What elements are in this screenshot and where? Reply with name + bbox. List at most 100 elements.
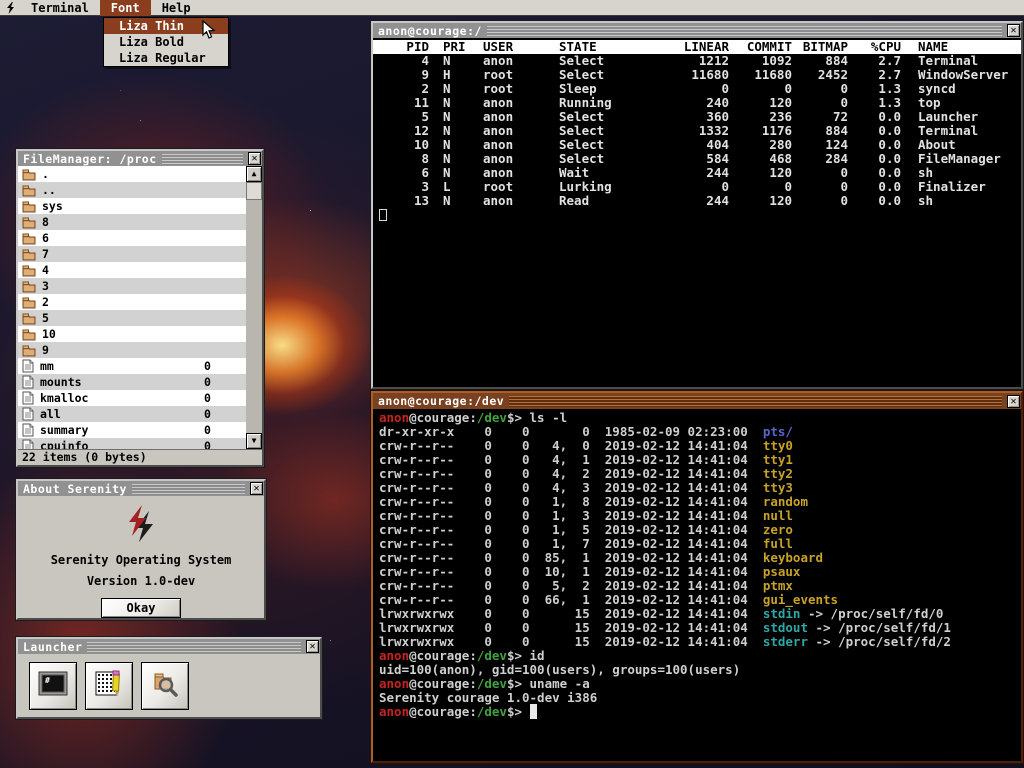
file-name: .. (42, 183, 56, 197)
table-row: 12NanonSelect133211768840.0Terminal (373, 124, 1021, 138)
column-header: STATE (559, 40, 659, 54)
terminal-line: anon@courage:/dev$> (379, 705, 1021, 719)
titlebar-stripes (87, 642, 301, 653)
folder-icon (22, 264, 36, 277)
list-item[interactable]: sys (18, 198, 246, 214)
terminal-line: crw-r--r-- 0 0 4, 0 2019-02-12 14:41:04 … (379, 439, 1021, 453)
file-name: 10 (42, 327, 56, 341)
menu-item-terminal[interactable]: Terminal (20, 0, 100, 16)
terminal-line: crw-r--r-- 0 0 1, 7 2019-02-12 14:41:04 … (379, 537, 1021, 551)
okay-button[interactable]: Okay (101, 598, 181, 618)
table-row: 11NanonRunning24012001.3top (373, 96, 1021, 110)
menu-item-help[interactable]: Help (151, 0, 202, 16)
launcher-titlebar[interactable]: Launcher ✕ (18, 639, 320, 654)
file-name: mounts (40, 375, 82, 389)
list-item[interactable]: 3 (18, 278, 246, 294)
close-icon[interactable]: ✕ (250, 482, 263, 495)
about-window: About Serenity ✕ Serenity Operating Syst… (16, 479, 266, 620)
column-header: PID (379, 40, 429, 54)
folder-icon (22, 280, 36, 293)
terminal-title: anon@courage:/dev (378, 394, 504, 408)
process-terminal-content: PIDPRIUSERSTATELINEARCOMMITBITMAP%CPUNAM… (373, 38, 1021, 387)
list-item[interactable]: mounts 0 (18, 374, 246, 390)
list-item[interactable]: 4 (18, 262, 246, 278)
folder-icon (22, 312, 36, 325)
scrollbar-thumb[interactable] (246, 182, 262, 200)
list-item[interactable]: 6 (18, 230, 246, 246)
terminal-titlebar[interactable]: anon@courage:/dev ✕ (373, 393, 1021, 409)
terminal-line: Serenity courage 1.0-dev i386 (379, 691, 1021, 705)
file-name: 5 (42, 311, 49, 325)
table-row: 9HrootSelect116801168024522.7WindowServe… (373, 68, 1021, 82)
list-item[interactable]: cpuinfo0 (18, 438, 246, 449)
terminal-app-icon: # (37, 669, 69, 703)
close-icon[interactable]: ✕ (306, 640, 319, 653)
font-menu-item-liza-regular[interactable]: Liza Regular (104, 50, 228, 66)
scroll-down-icon[interactable]: ▼ (246, 433, 262, 449)
about-titlebar[interactable]: About Serenity ✕ (18, 481, 264, 496)
table-row: 6NanonWait24412000.0sh (373, 166, 1021, 180)
process-window-titlebar[interactable]: anon@courage:/ ✕ (373, 23, 1021, 38)
file-icon (22, 439, 34, 449)
close-icon[interactable]: ✕ (1007, 395, 1020, 408)
terminal-line: crw-r--r-- 0 0 10, 1 2019-02-12 14:41:04… (379, 565, 1021, 579)
terminal-line: crw-r--r-- 0 0 85, 1 2019-02-12 14:41:04… (379, 551, 1021, 565)
file-size: 0 (204, 375, 211, 389)
folder-icon (22, 168, 36, 181)
status-bar: 22 items (0 bytes) (18, 449, 262, 465)
terminal-line: crw-r--r-- 0 0 1, 5 2019-02-12 14:41:04 … (379, 523, 1021, 537)
column-header: %CPU (848, 40, 901, 54)
file-name: 8 (42, 215, 49, 229)
process-table-header: PIDPRIUSERSTATELINEARCOMMITBITMAP%CPUNAM… (373, 40, 1021, 54)
menu-item-font[interactable]: Font (100, 0, 151, 16)
menu-bar: TerminalFontHelp (0, 0, 1024, 16)
file-size: 0 (204, 359, 211, 373)
launch-terminal-button[interactable]: # (29, 662, 77, 710)
list-item[interactable]: 8 (18, 214, 246, 230)
list-item[interactable]: kmalloc0 (18, 390, 246, 406)
launch-file-manager-button[interactable] (141, 662, 189, 710)
terminal-line: crw-r--r-- 0 0 5, 2 2019-02-12 14:41:04 … (379, 579, 1021, 593)
list-item[interactable]: 9 (18, 342, 246, 358)
launcher-body: # (18, 654, 320, 710)
close-icon[interactable]: ✕ (1007, 24, 1020, 37)
list-item[interactable]: mm 0 (18, 358, 246, 374)
list-item[interactable]: summary0 (18, 422, 246, 438)
launcher-window: Launcher ✕ # (16, 637, 322, 719)
terminal-line: crw-r--r-- 0 0 1, 3 2019-02-12 14:41:04 … (379, 509, 1021, 523)
list-item[interactable]: 5 (18, 310, 246, 326)
table-row: 3LrootLurking0000.0Finalizer (373, 180, 1021, 194)
list-item[interactable]: 10 (18, 326, 246, 342)
svg-text:#: # (45, 676, 50, 685)
scroll-up-icon[interactable]: ▲ (246, 166, 262, 182)
terminal-line: anon@courage:/dev$> id (379, 649, 1021, 663)
close-icon[interactable]: ✕ (248, 152, 261, 165)
file-manager-window: FileManager: /proc ✕ ... sys 8 674325 109mm 0… (16, 149, 264, 467)
list-item[interactable]: 7 (18, 246, 246, 262)
file-name: 4 (42, 263, 49, 277)
launch-text-editor-button[interactable] (85, 662, 133, 710)
list-item[interactable]: all0 (18, 406, 246, 422)
process-window-title: anon@courage:/ (378, 24, 482, 38)
file-name: 6 (42, 231, 49, 245)
terminal-window: anon@courage:/dev ✕ anon@courage:/dev$> … (371, 391, 1023, 763)
list-item[interactable]: .. (18, 182, 246, 198)
file-icon (22, 423, 34, 437)
terminal-line: lrwxrwxrwx 0 0 15 2019-02-12 14:41:04 st… (379, 607, 1021, 621)
file-search-app-icon (149, 669, 181, 703)
file-name: mm (40, 359, 54, 373)
list-item[interactable]: . (18, 166, 246, 182)
column-header: BITMAP (792, 40, 848, 54)
table-row: 8NanonSelect5844682840.0FileManager (373, 152, 1021, 166)
scrollbar[interactable]: ▲ ▼ (246, 166, 262, 449)
list-item[interactable]: 2 (18, 294, 246, 310)
titlebar-stripes (487, 26, 1002, 37)
file-name: sys (42, 199, 63, 213)
terminal-content[interactable]: anon@courage:/dev$> ls -ldr-xr-xr-x 0 0 … (373, 409, 1021, 761)
serenity-lightning-logo-icon (18, 503, 264, 547)
file-size: 0 (204, 391, 211, 405)
terminal-block-cursor (530, 704, 538, 719)
file-manager-titlebar[interactable]: FileManager: /proc ✕ (18, 151, 262, 166)
text-editor-app-icon (93, 669, 125, 703)
table-row: 2NrootSleep0001.3syncd (373, 82, 1021, 96)
